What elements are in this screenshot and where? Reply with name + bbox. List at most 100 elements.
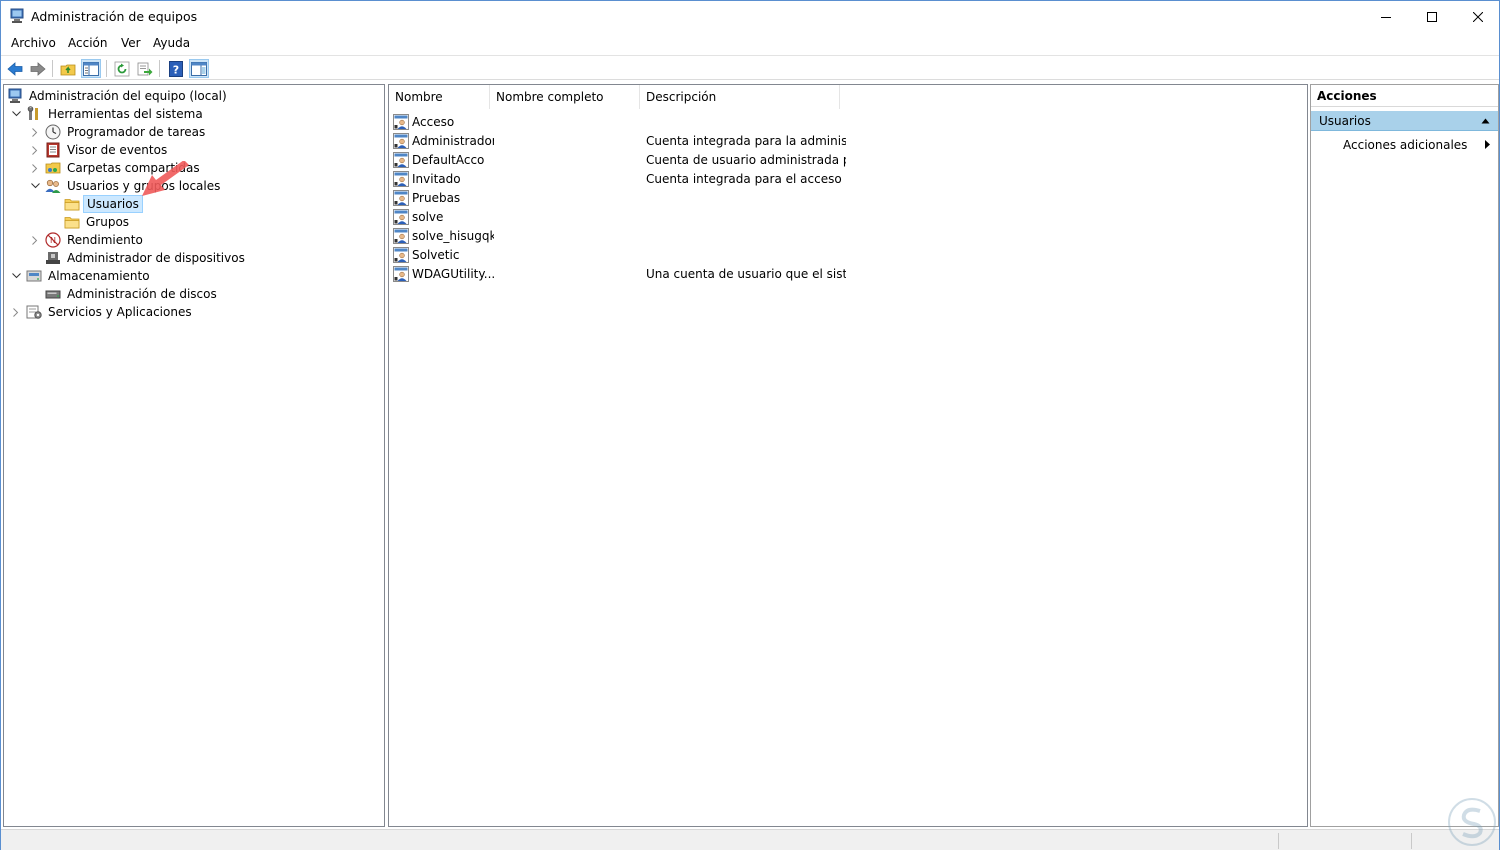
user-icon xyxy=(393,266,409,282)
list-item[interactable]: Solvetic xyxy=(393,246,1293,265)
menu-ayuda[interactable]: Ayuda xyxy=(153,36,190,50)
status-bar xyxy=(1,829,1499,850)
computer-management-window: Administración de equipos Archivo Acción… xyxy=(0,0,1500,850)
cell-description: Una cuenta de usuario que el siste... xyxy=(646,267,846,281)
tree-item-label: Servicios y Aplicaciones xyxy=(48,305,192,319)
menu-accion[interactable]: Acción xyxy=(68,36,107,50)
tools-icon xyxy=(27,106,38,120)
arrow-right-icon xyxy=(30,61,46,76)
cell-name: Pruebas xyxy=(412,191,461,205)
watermark-logo-icon xyxy=(1448,798,1496,846)
cell-name: Invitado xyxy=(412,172,461,186)
tree-item-performance[interactable]: N Rendimiento xyxy=(29,231,146,249)
tree-item-disk-management[interactable]: Administración de discos xyxy=(45,285,220,303)
device-manager-icon xyxy=(46,252,60,264)
tree-item-users[interactable]: Usuarios xyxy=(64,195,143,213)
chevron-right-icon[interactable] xyxy=(29,126,41,138)
show-hide-action-pane-button[interactable] xyxy=(189,59,209,78)
tree-item-storage[interactable]: Almacenamiento xyxy=(10,267,153,285)
user-icon xyxy=(393,228,409,244)
list-header: Nombre Nombre completo Descripción xyxy=(389,85,1307,109)
cell-description: Cuenta de usuario administrada p... xyxy=(646,153,846,167)
user-icon xyxy=(393,247,409,263)
maximize-icon xyxy=(1427,11,1437,22)
tree-item-services-apps[interactable]: Servicios y Aplicaciones xyxy=(10,303,195,321)
cell-name: DefaultAcco xyxy=(412,153,485,167)
tree-item-computer-management[interactable]: Administración del equipo (local) xyxy=(7,87,230,105)
chevron-right-icon[interactable] xyxy=(29,234,41,246)
cell-description: Cuenta integrada para el acceso c... xyxy=(646,172,846,186)
back-button[interactable] xyxy=(5,59,25,78)
menu-ver[interactable]: Ver xyxy=(121,36,141,50)
list-item[interactable]: solve_hisugqk xyxy=(393,227,1293,246)
column-header-description[interactable]: Descripción xyxy=(640,85,840,109)
list-item[interactable]: DefaultAcco Cuenta de usuario administrad… xyxy=(393,151,1293,170)
cell-name: solve_hisugqk xyxy=(412,229,494,243)
performance-icon: N xyxy=(45,232,61,248)
tree-item-system-tools[interactable]: Herramientas del sistema xyxy=(10,105,206,123)
clock-icon xyxy=(45,124,61,140)
chevron-down-icon[interactable] xyxy=(10,270,22,282)
list-item[interactable]: solve xyxy=(393,208,1293,227)
user-icon xyxy=(393,171,409,187)
up-level-button[interactable] xyxy=(58,59,78,78)
forward-button[interactable] xyxy=(28,59,48,78)
folder-icon xyxy=(64,217,80,229)
actions-pane: Acciones Usuarios Acciones adicionales xyxy=(1310,84,1499,827)
cell-name: Solvetic xyxy=(412,248,460,262)
menu-archivo[interactable]: Archivo xyxy=(11,36,56,50)
column-header-name[interactable]: Nombre xyxy=(389,85,490,109)
tree-item-task-scheduler[interactable]: Programador de tareas xyxy=(29,123,208,141)
more-actions-label: Acciones adicionales xyxy=(1343,138,1468,152)
tree-item-groups[interactable]: Grupos xyxy=(64,213,132,231)
tree-item-label: Almacenamiento xyxy=(48,269,150,283)
folder-up-icon xyxy=(60,64,76,75)
user-icon xyxy=(393,133,409,149)
console-tree-pane: Administración del equipo (local) Herram… xyxy=(3,84,385,827)
window-title: Administración de equipos xyxy=(31,9,198,24)
list-item[interactable]: Invitado Cuenta integrada para el acceso … xyxy=(393,170,1293,189)
list-item[interactable]: Administrador Cuenta integrada para la ad… xyxy=(393,132,1293,151)
show-hide-console-tree-button[interactable] xyxy=(81,59,101,78)
chevron-right-icon[interactable] xyxy=(10,306,22,318)
folder-icon xyxy=(64,199,80,211)
actions-section-users[interactable]: Usuarios xyxy=(1311,111,1498,131)
more-actions-item[interactable]: Acciones adicionales xyxy=(1343,137,1467,153)
cell-description: Cuenta integrada para la administ... xyxy=(646,134,846,148)
disk-icon xyxy=(45,290,61,299)
tree-item-local-users-groups[interactable]: Usuarios y grupos locales xyxy=(29,177,223,195)
column-header-full-name[interactable]: Nombre completo xyxy=(490,85,640,109)
list-item[interactable]: Pruebas xyxy=(393,189,1293,208)
svg-text:N: N xyxy=(50,236,56,245)
computer-management-icon xyxy=(8,88,22,103)
minimize-button[interactable] xyxy=(1363,1,1409,32)
list-item[interactable]: Acceso xyxy=(393,113,1293,132)
actions-section-label: Usuarios xyxy=(1319,114,1371,128)
help-button[interactable]: ? xyxy=(166,59,186,78)
tree-item-label: Grupos xyxy=(86,215,130,229)
close-button[interactable] xyxy=(1455,1,1500,32)
tree-item-device-manager[interactable]: Administrador de dispositivos xyxy=(45,249,248,267)
collapse-up-icon[interactable] xyxy=(1481,118,1490,124)
chevron-down-icon[interactable] xyxy=(29,180,41,192)
refresh-icon xyxy=(114,61,130,76)
actions-title: Acciones xyxy=(1311,85,1498,107)
refresh-button[interactable] xyxy=(112,59,132,78)
list-item[interactable]: WDAGUtility... Una cuenta de usuario que … xyxy=(393,265,1293,284)
chevron-right-icon[interactable] xyxy=(29,144,41,156)
maximize-button[interactable] xyxy=(1409,1,1455,32)
chevron-right-icon[interactable] xyxy=(29,162,41,174)
chevron-down-icon[interactable] xyxy=(10,108,22,120)
shared-folder-icon xyxy=(45,162,61,174)
tree-item-event-viewer[interactable]: Visor de eventos xyxy=(29,141,170,159)
minimize-icon xyxy=(1381,16,1391,18)
storage-icon xyxy=(26,270,42,282)
export-icon xyxy=(137,62,153,75)
user-icon xyxy=(393,190,409,206)
title-bar: Administración de equipos xyxy=(1,1,1499,32)
export-list-button[interactable] xyxy=(135,59,155,78)
status-separator xyxy=(1278,833,1279,849)
help-icon: ? xyxy=(169,60,183,77)
status-separator xyxy=(1411,833,1412,849)
toolbar-separator xyxy=(159,60,160,77)
